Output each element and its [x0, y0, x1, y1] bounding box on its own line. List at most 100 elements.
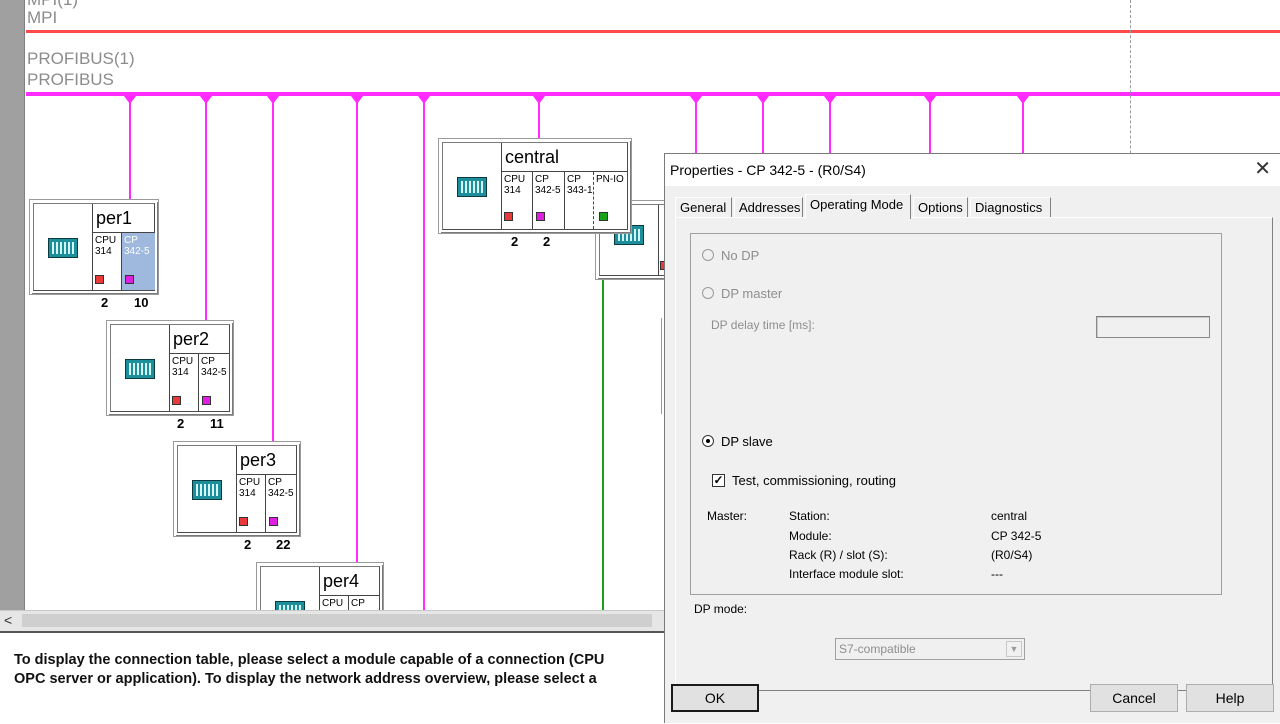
dialog-title: Properties - CP 342-5 - (R0/S4) [670, 162, 866, 178]
mode-group: No DP DP master DP delay time [ms]: DP s… [690, 233, 1222, 595]
test-commissioning-checkbox[interactable]: ✓ [712, 474, 725, 487]
station-per4[interactable]: per4 CPU CP [256, 562, 384, 610]
profibus-address: 10 [134, 295, 149, 310]
module-slot-cp343[interactable]: CP 343-1 [564, 172, 593, 229]
profibus-port-led [125, 275, 134, 284]
dp-mode-label: DP mode: [694, 602, 748, 616]
profibus-drop-line[interactable] [423, 96, 425, 610]
profibus-port-led [269, 517, 278, 526]
mpi-address: 2 [177, 416, 185, 431]
rack-slot-field-value: (R0/S4) [991, 548, 1033, 562]
profibus-address: 11 [210, 416, 224, 431]
dp-master-radio[interactable] [702, 287, 714, 299]
rack-slot-field-label: Rack (R) / slot (S): [789, 548, 888, 562]
profibus-name-label: PROFIBUS(1) [27, 49, 135, 68]
dp-master-label: DP master [721, 286, 783, 301]
rack-icon [275, 601, 305, 610]
station-per1[interactable]: per1 CPU 314 CP 342-5 [29, 199, 159, 295]
profibus-drop-line[interactable] [695, 96, 697, 156]
module-slot-cp[interactable]: CP [348, 596, 380, 610]
mpi-port-led [172, 396, 181, 405]
mpi-label: MPI [27, 8, 58, 27]
horizontal-scrollbar[interactable]: < [0, 610, 665, 631]
profibus-drop-line[interactable] [272, 96, 274, 441]
chevron-down-icon[interactable]: ▼ [1006, 641, 1022, 657]
dp-slave-label: DP slave [721, 434, 773, 449]
station-name: per2 [173, 329, 210, 349]
module-row: CPU 314 CP 342-5 [169, 354, 229, 411]
station-per2[interactable]: per2 CPU 314 CP 342-5 [106, 320, 234, 416]
module-row: CPU 314 CP 342-5 [236, 475, 296, 532]
module-row: CPU 314 CP 342-5 CP 343-1 PN-IO [501, 172, 627, 229]
info-panel: To display the connection table, please … [0, 631, 665, 724]
station-central[interactable]: central CPU 314 CP 342-5 CP 343-1 PN-IO [438, 138, 632, 234]
module-slot-cpu[interactable]: CPU [319, 596, 348, 610]
interface-slot-field-value: --- [991, 567, 1003, 581]
tab-general[interactable]: General [675, 197, 732, 218]
ok-button[interactable]: OK [671, 684, 759, 712]
profibus-address: 2 [543, 234, 551, 249]
rack-icon [192, 480, 222, 500]
profibus-drop-line[interactable] [129, 96, 131, 200]
mpi-address: 2 [244, 537, 252, 552]
dialog-titlebar[interactable]: Properties - CP 342-5 - (R0/S4) ✕ [665, 154, 1280, 186]
properties-dialog[interactable]: Properties - CP 342-5 - (R0/S4) ✕ Genera… [664, 153, 1280, 723]
ethernet-line[interactable] [602, 278, 604, 610]
dp-delay-input[interactable] [1096, 316, 1210, 338]
rack-icon [125, 359, 155, 379]
mpi-address: 2 [101, 295, 109, 310]
help-button[interactable]: Help [1186, 684, 1274, 712]
module-field-value: CP 342-5 [991, 529, 1042, 543]
profibus-drop-line[interactable] [762, 96, 764, 156]
left-splitter[interactable] [0, 0, 25, 610]
profibus-port-led [536, 212, 545, 221]
station-per3[interactable]: per3 CPU 314 CP 342-5 [173, 441, 301, 537]
dp-mode-value: S7-compatible [839, 642, 916, 656]
close-icon[interactable]: ✕ [1254, 158, 1271, 180]
module-row: CPU CP [319, 596, 379, 610]
interface-slot-field-label: Interface module slot: [789, 567, 904, 581]
cancel-button[interactable]: Cancel [1090, 684, 1178, 712]
no-dp-radio[interactable] [702, 249, 714, 261]
profibus-drop-line[interactable] [538, 96, 540, 138]
no-dp-label: No DP [721, 248, 760, 263]
tab-options[interactable]: Options [913, 197, 968, 218]
station-name: per4 [323, 571, 360, 591]
dp-slave-radio[interactable] [702, 435, 714, 447]
rack-icon [48, 238, 78, 258]
profibus-drop-line[interactable] [1022, 96, 1024, 156]
tab-operating-mode[interactable]: Operating Mode [805, 194, 911, 219]
mpi-port-led [504, 212, 513, 221]
profibus-drop-line[interactable] [356, 96, 358, 562]
mpi-port-led [95, 275, 104, 284]
info-line-1: To display the connection table, please … [14, 652, 605, 668]
mpi-port-led [239, 517, 248, 526]
rack-icon [457, 177, 487, 197]
ethernet-port-led [599, 212, 608, 221]
profibus-port-led [202, 396, 211, 405]
profibus-label: PROFIBUS [27, 70, 114, 89]
station-field-value: central [991, 509, 1028, 523]
dp-mode-select[interactable]: S7-compatible ▼ [835, 638, 1025, 660]
station-name: central [505, 147, 560, 167]
mpi-bus-line[interactable] [26, 30, 1280, 33]
profibus-drop-line[interactable] [829, 96, 831, 156]
profibus-bus-line[interactable] [26, 92, 1280, 96]
tab-diagnostics[interactable]: Diagnostics [970, 197, 1051, 218]
station-name: per1 [96, 208, 133, 228]
station-name: per3 [240, 450, 277, 470]
module-row: CPU 314 CP 342-5 [92, 233, 155, 290]
profibus-drop-line[interactable] [205, 96, 207, 320]
info-text: To display the connection table, please … [14, 651, 694, 689]
module-field-label: Module: [789, 529, 832, 543]
scroll-left-icon[interactable]: < [4, 612, 12, 628]
scroll-thumb[interactable] [22, 614, 652, 627]
profibus-address: 22 [276, 537, 291, 552]
info-line-2: OPC server or application). To display t… [14, 671, 597, 687]
profibus-drop-line[interactable] [929, 96, 931, 156]
tab-addresses[interactable]: Addresses [734, 197, 803, 218]
master-label: Master: [707, 509, 748, 523]
dp-delay-label: DP delay time [ms]: [711, 318, 815, 332]
mpi-address: 2 [511, 234, 519, 249]
test-commissioning-label: Test, commissioning, routing [732, 473, 897, 488]
